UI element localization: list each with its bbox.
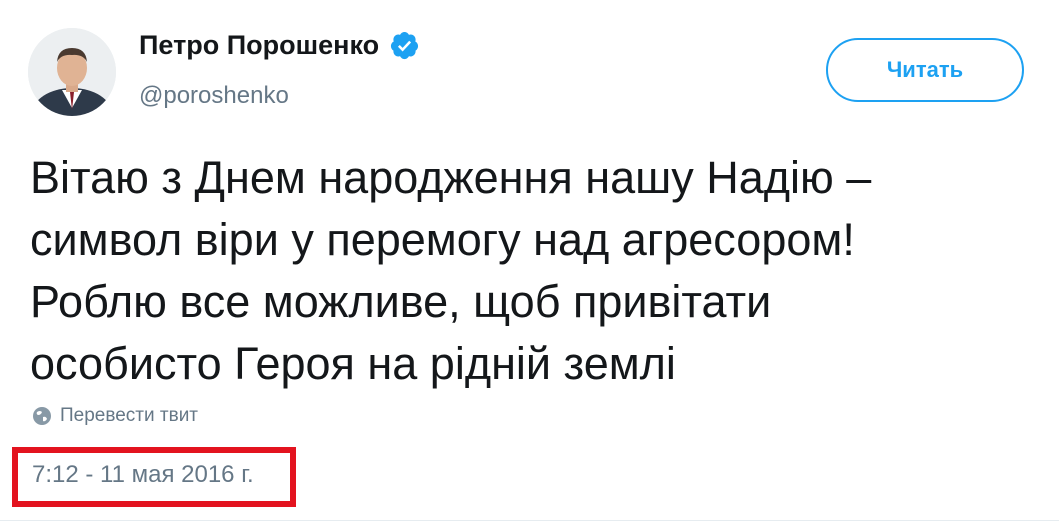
author-handle[interactable]: @poroshenko bbox=[139, 82, 289, 110]
follow-button[interactable]: Читать bbox=[826, 38, 1024, 102]
author-name[interactable]: Петро Порошенко bbox=[139, 30, 420, 61]
tweet-timestamp[interactable]: 7:12 - 11 мая 2016 г. bbox=[32, 461, 254, 489]
tweet-text-line: особисто Героя на рідній землі bbox=[30, 338, 676, 389]
tweet-text-line: Роблю все можливе, щоб привітати bbox=[30, 276, 772, 327]
avatar[interactable] bbox=[28, 28, 116, 116]
translate-tweet-link[interactable]: Перевести твит bbox=[32, 405, 198, 427]
divider bbox=[0, 520, 1059, 521]
verified-badge-icon bbox=[389, 30, 420, 61]
author-name-text[interactable]: Петро Порошенко bbox=[139, 30, 379, 61]
tweet-text: Вітаю з Днем народження нашу Надію – сим… bbox=[30, 147, 1030, 395]
tweet-text-line: символ віри у перемогу над агресором! bbox=[30, 214, 855, 265]
translate-label[interactable]: Перевести твит bbox=[60, 405, 198, 427]
tweet-text-line: Вітаю з Днем народження нашу Надію – bbox=[30, 152, 872, 203]
globe-icon bbox=[32, 406, 52, 426]
